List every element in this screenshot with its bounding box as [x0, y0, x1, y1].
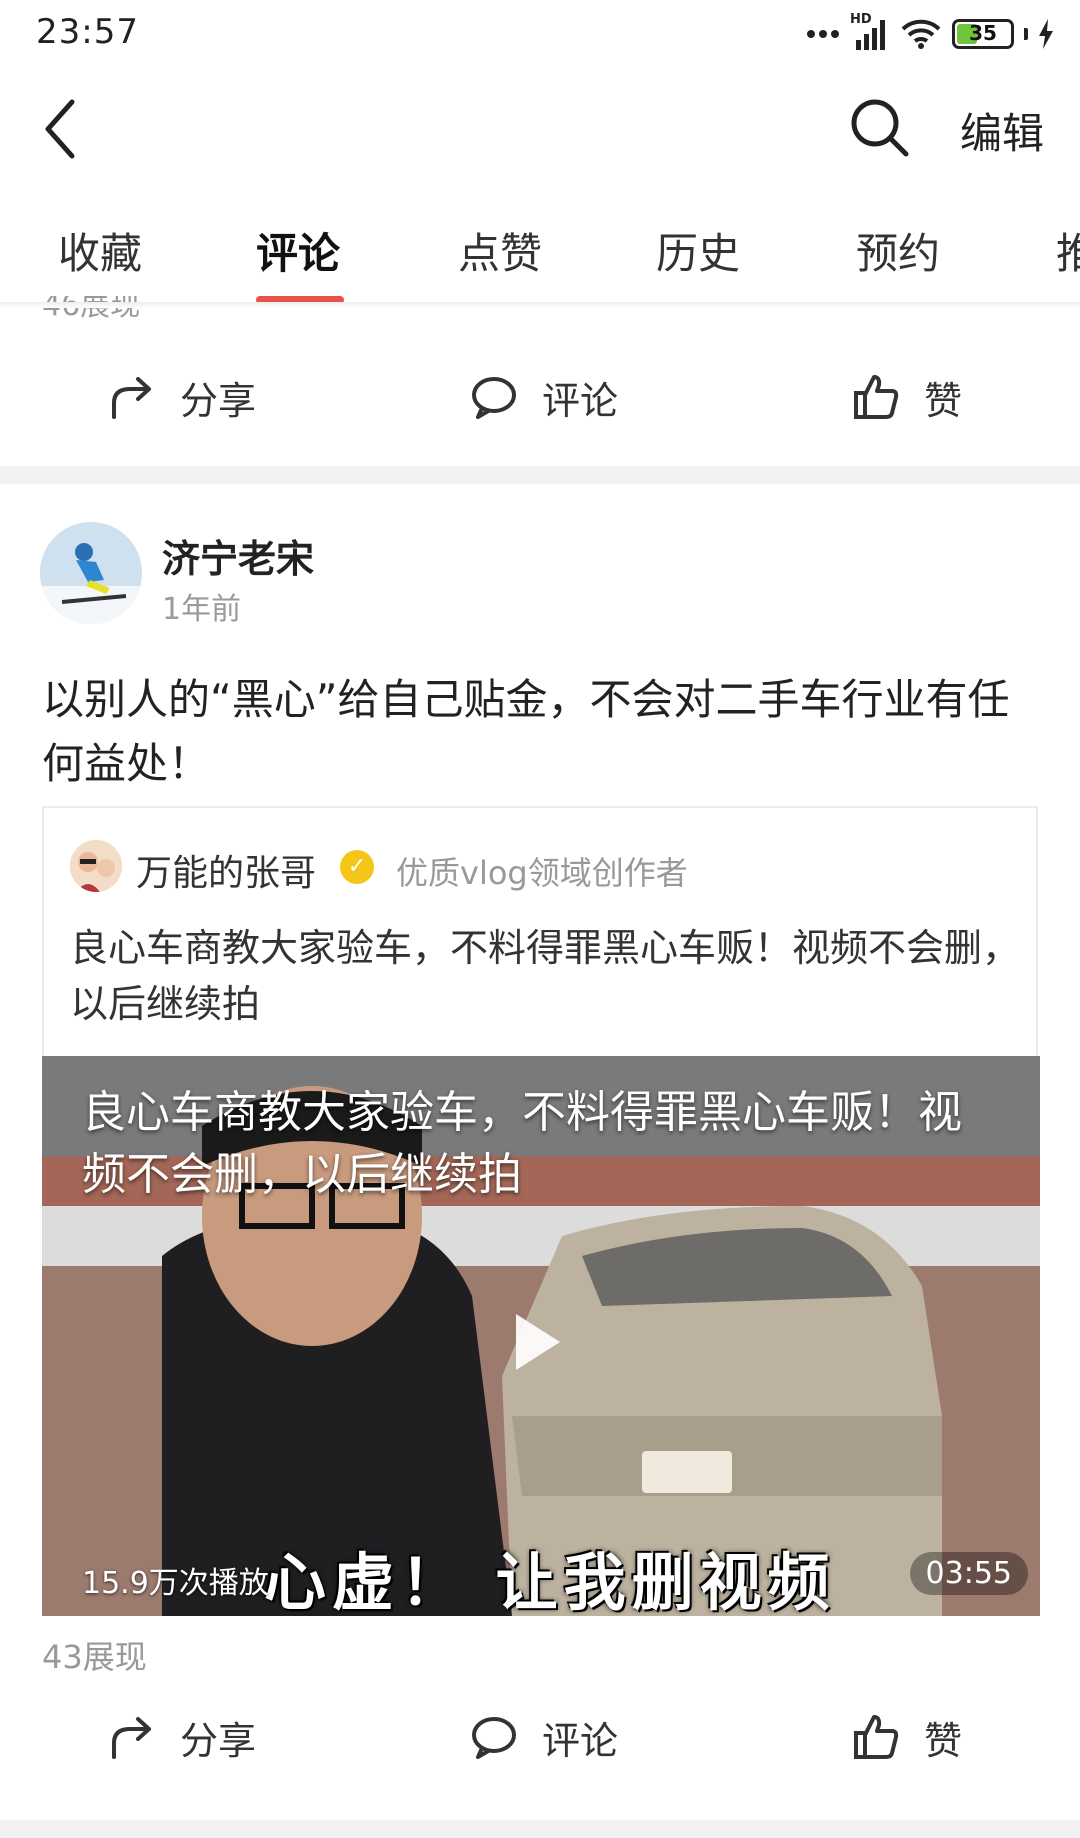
- post-time: 1年前: [162, 592, 242, 627]
- share-icon: [112, 377, 151, 419]
- embed-author-name[interactable]: 万能的张哥: [136, 844, 316, 896]
- status-bar: 23:57 HD 35: [0, 0, 1080, 66]
- comment-label: 评论: [542, 1718, 619, 1763]
- embedded-post-card[interactable]: 万能的张哥 ✓ 优质vlog领域创作者 良心车商教大家验车，不料得罪黑心车贩！视…: [42, 806, 1040, 1616]
- share-button[interactable]: 分享: [108, 1692, 256, 1782]
- video-player[interactable]: 良心车商教大家验车，不料得罪黑心车贩！视频不会删，以后继续拍 心虚！ 让我删视频…: [42, 1056, 1040, 1616]
- wifi-icon: [901, 19, 941, 49]
- tab-favorites[interactable]: 收藏: [58, 220, 142, 281]
- prev-like-button[interactable]: 赞: [852, 352, 962, 442]
- search-icon[interactable]: [848, 96, 912, 160]
- comment-icon: [472, 377, 516, 419]
- author-name[interactable]: 济宁老宋: [162, 528, 314, 583]
- status-icons: HD 35: [806, 12, 1054, 54]
- share-icon: [112, 1717, 151, 1759]
- signal-icon: HD: [850, 12, 890, 52]
- embed-author-tag: 优质vlog领域创作者: [396, 854, 688, 892]
- comment-label: 评论: [542, 378, 619, 423]
- thumbs-up-icon: [854, 1715, 899, 1759]
- battery-cap: [1024, 28, 1028, 40]
- like-label: 赞: [924, 1718, 963, 1763]
- tab-bar: 收藏 评论 点赞 历史 预约 推: [0, 192, 1080, 306]
- embed-text: 良心车商教大家验车，不料得罪黑心车贩！视频不会删，以后继续拍: [70, 926, 1021, 1026]
- battery-icon: 35: [952, 19, 1014, 49]
- charging-icon: [1039, 19, 1053, 49]
- like-button[interactable]: 赞: [852, 1692, 962, 1782]
- post-action-bar: 分享 评论 赞: [0, 1692, 1080, 1782]
- edit-button[interactable]: 编辑: [960, 100, 1044, 161]
- nav-bar: 编辑: [0, 66, 1080, 192]
- prev-comment-button[interactable]: 评论: [470, 352, 618, 442]
- status-time: 23:57: [36, 12, 139, 52]
- tab-reservations[interactable]: 预约: [856, 220, 940, 281]
- more-dots-icon: [807, 30, 839, 38]
- battery-level: 35: [969, 21, 997, 45]
- card-divider-bottom: [0, 1820, 1080, 1838]
- share-label: 分享: [180, 378, 257, 423]
- embed-author-avatar[interactable]: [70, 840, 122, 892]
- tab-more[interactable]: 推: [1056, 220, 1080, 281]
- prev-action-bar: 分享 评论 赞: [0, 352, 1080, 442]
- comment-button[interactable]: 评论: [470, 1692, 618, 1782]
- card-divider: [0, 466, 1080, 484]
- prev-share-button[interactable]: 分享: [108, 352, 256, 442]
- tab-comments[interactable]: 评论: [256, 220, 340, 281]
- video-play-count: 15.9万次播放: [82, 1566, 269, 1601]
- tabs-shadow: [0, 302, 1080, 308]
- share-label: 分享: [180, 1718, 257, 1763]
- like-label: 赞: [924, 378, 963, 423]
- tab-history[interactable]: 历史: [656, 220, 740, 281]
- tab-likes[interactable]: 点赞: [458, 220, 542, 281]
- author-avatar[interactable]: [40, 522, 142, 624]
- thumbs-up-icon: [854, 375, 899, 419]
- comment-icon: [472, 1717, 516, 1759]
- play-icon[interactable]: [516, 1314, 560, 1370]
- back-arrow-icon[interactable]: [38, 96, 88, 162]
- prev-impressions: 46展现: [42, 296, 141, 322]
- post-impressions: 43展现: [42, 1638, 147, 1676]
- video-duration: 03:55: [909, 1552, 1028, 1595]
- verified-badge-icon: ✓: [340, 850, 374, 884]
- video-title: 良心车商教大家验车，不料得罪黑心车贩！视频不会删，以后继续拍: [82, 1087, 962, 1200]
- video-subtitle: 心虚！ 让我删视频: [264, 1546, 836, 1616]
- post-text: 以别人的“黑心”给自己贴金，不会对二手车行业有任何益处！: [42, 675, 1010, 788]
